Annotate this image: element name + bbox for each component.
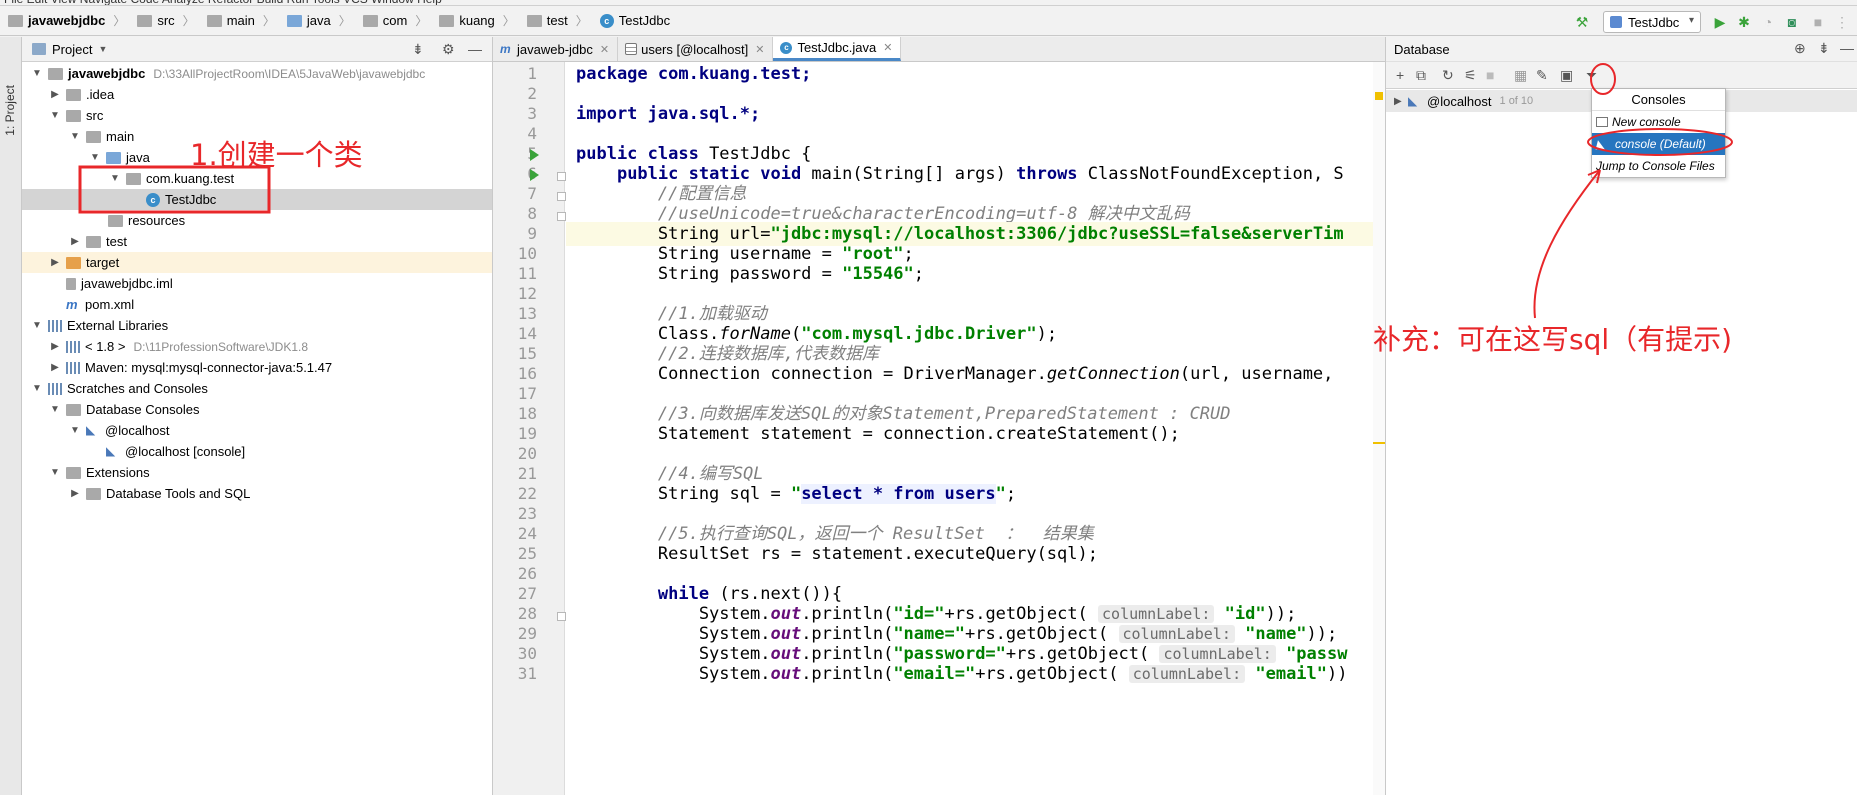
annotation-supplement: 补充：可在这写sql（有提示): [1373, 323, 1733, 356]
annotation-create-class: 1.创建一个类: [190, 138, 363, 172]
annotation-circle-default-console: [1587, 128, 1733, 156]
annotation-overlay: [78, 63, 1733, 319]
annotation-arrow: [1533, 169, 1601, 319]
annotation-circle-console-icon: [1590, 63, 1616, 95]
